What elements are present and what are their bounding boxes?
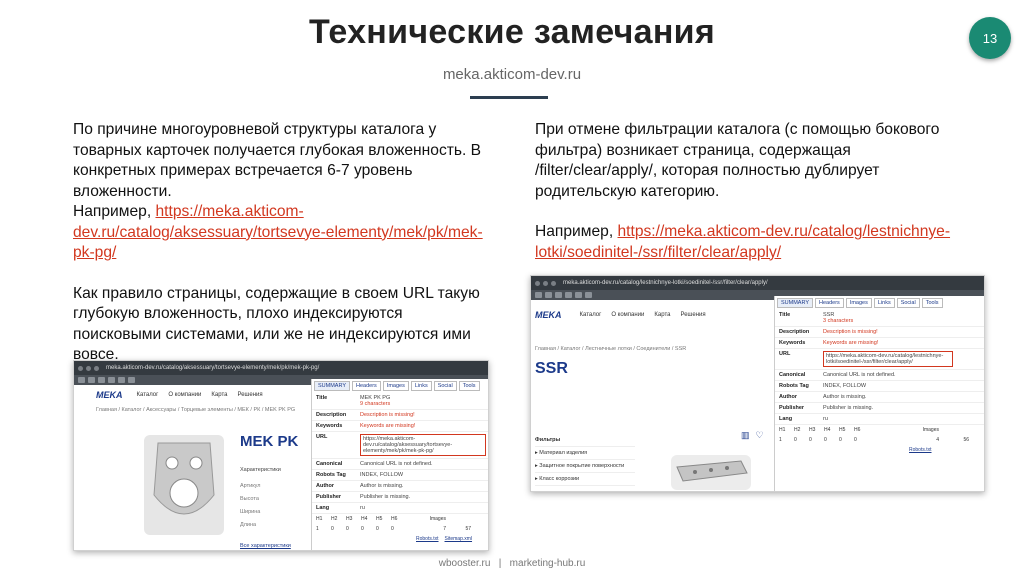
filter-item[interactable]: ▸ Класс коррозии xyxy=(535,473,635,486)
filter-item[interactable]: ▸ Защитное покрытие поверхности xyxy=(535,460,635,473)
all-characteristics-link[interactable]: Все характеристики xyxy=(240,543,291,549)
slide-footer: wbooster.ru | marketing-hub.ru xyxy=(438,558,586,569)
seo-row: Robots Tag INDEX, FOLLOW xyxy=(312,470,488,481)
favorite-icon[interactable]: ♡ xyxy=(756,430,764,441)
seo-tabs: SUMMARY Headers Images Links Social Tool… xyxy=(775,296,984,310)
breadcrumb: Главная / Каталог / Аксессуары / Торцевы… xyxy=(96,407,296,413)
left-paragraph-1: По причине многоуровневой структуры ката… xyxy=(73,121,482,200)
view-icons: ▥ ♡ xyxy=(741,430,764,441)
filters-title: Фильтры xyxy=(535,434,635,447)
browser-url: meka.akticom-dev.ru/catalog/aksessuary/t… xyxy=(106,365,320,371)
seo-row: Title MEK PK PG 9 characters xyxy=(312,393,488,410)
panel-footer-links: Robots.txt Sitemap.xml xyxy=(416,536,473,542)
product-image xyxy=(144,435,224,535)
seo-row: Author Author is missing. xyxy=(312,481,488,492)
site-page: MEKA Каталог О компании Карта Решения Гл… xyxy=(531,300,774,491)
meka-logo: MEKA xyxy=(535,310,562,320)
tab-social[interactable]: Social xyxy=(433,381,457,391)
seo-row: Robots Tag INDEX, FOLLOW xyxy=(775,381,984,392)
headings-values: 1 0 0 0 0 0 7 57 xyxy=(316,526,471,532)
seo-row: Publisher Publisher is missing. xyxy=(312,492,488,503)
seo-row: Canonical Canonical URL is not defined. xyxy=(312,459,488,470)
headings-labels: H1 H2 H3 H4 H5 H6 Images xyxy=(779,427,939,433)
seo-row: Description Description is missing! xyxy=(775,327,984,338)
category-title: SSR xyxy=(535,360,568,377)
right-paragraph-1: При отмене фильтрации каталога (с помощь… xyxy=(535,121,940,200)
seo-row-url: URL https://meka.akticom-dev.ru/catalog/l… xyxy=(775,349,984,370)
tab-images[interactable]: Images xyxy=(382,381,409,391)
left-column: По причине многоуровневой структуры ката… xyxy=(73,120,493,366)
left-paragraph-2: Как правило страницы, содержащие в своем… xyxy=(73,284,480,364)
panel-footer-links: Robots.txt xyxy=(909,447,932,453)
filter-item[interactable]: ▸ Материал изделия xyxy=(535,447,635,460)
url-highlight-box: https://meka.akticom-dev.ru/catalog/akse… xyxy=(360,434,486,456)
seo-row: Publisher Publisher is missing. xyxy=(775,403,984,414)
tab-links[interactable]: Links xyxy=(873,298,895,308)
right-example: Например, https://meka.akticom-dev.ru/ca… xyxy=(535,223,951,261)
characteristics-label: Характеристики xyxy=(240,467,281,473)
url-highlight-box: https://meka.akticom-dev.ru/catalog/lest… xyxy=(823,351,953,367)
tab-summary[interactable]: SUMMARY xyxy=(777,298,814,308)
tab-summary[interactable]: SUMMARY xyxy=(314,381,351,391)
screenshot-filter-clear: meka.akticom-dev.ru/catalog/lestnichnye-… xyxy=(530,275,985,492)
seo-row: Keywords Keywords are missing! xyxy=(775,338,984,349)
browser-bar: meka.akticom-dev.ru/catalog/aksessuary/t… xyxy=(74,361,488,375)
compare-icon[interactable]: ▥ xyxy=(741,430,750,441)
site-page: MEKA Каталог О компании Карта Решения Гл… xyxy=(74,385,311,550)
browser-url: meka.akticom-dev.ru/catalog/lestnichnye-… xyxy=(563,280,768,286)
tab-social[interactable]: Social xyxy=(896,298,920,308)
seo-row: Lang ru xyxy=(312,503,488,514)
tab-tools[interactable]: Tools xyxy=(921,298,943,308)
product-image xyxy=(671,455,751,490)
headings-values: 1 0 0 0 0 0 4 56 xyxy=(779,437,969,443)
title-divider xyxy=(470,96,548,99)
filters-sidebar: Фильтры ▸ Материал изделия ▸ Защитное по… xyxy=(535,434,635,486)
seo-row: Title SSR 3 characters xyxy=(775,310,984,327)
headings-labels: H1 H2 H3 H4 H5 H6 Images xyxy=(316,516,446,522)
seo-row: Description Description is missing! xyxy=(312,410,488,421)
site-nav: Каталог О компании Карта Решения xyxy=(136,392,263,398)
meka-logo: MEKA xyxy=(96,390,123,400)
tab-images[interactable]: Images xyxy=(845,298,872,308)
seo-panel: SUMMARY Headers Images Links Social Tool… xyxy=(311,379,488,550)
slide-title: Технические замечания xyxy=(308,13,716,51)
page-number-badge: 13 xyxy=(969,17,1011,59)
breadcrumb: Главная / Каталог / Лестничные лотки / С… xyxy=(535,346,687,352)
seo-panel: SUMMARY Headers Images Links Social Tool… xyxy=(774,296,984,491)
tab-tools[interactable]: Tools xyxy=(458,381,480,391)
characteristics-list: Артикул Высота Ширина Длина xyxy=(240,483,261,528)
tab-headers[interactable]: Headers xyxy=(352,381,381,391)
site-nav: Каталог О компании Карта Решения xyxy=(579,312,706,318)
right-column: При отмене фильтрации каталога (с помощь… xyxy=(535,120,975,263)
browser-bar: meka.akticom-dev.ru/catalog/lestnichnye-… xyxy=(531,276,984,290)
product-title: MEK PK xyxy=(240,433,299,450)
seo-row: Author Author is missing. xyxy=(775,392,984,403)
screenshot-deep-nesting: meka.akticom-dev.ru/catalog/aksessuary/t… xyxy=(73,360,489,551)
seo-row: Canonical Canonical URL is not defined. xyxy=(775,370,984,381)
tab-headers[interactable]: Headers xyxy=(815,298,844,308)
seo-row: Lang ru xyxy=(775,414,984,425)
left-example: Например, https://meka.akticom-dev.ru/ca… xyxy=(73,203,483,261)
seo-row-url: URL https://meka.akticom-dev.ru/catalog/a… xyxy=(312,432,488,459)
slide-subtitle: meka.akticom-dev.ru xyxy=(442,66,582,83)
seo-tabs: SUMMARY Headers Images Links Social Tool… xyxy=(312,379,488,393)
tab-links[interactable]: Links xyxy=(410,381,432,391)
seo-row: Keywords Keywords are missing! xyxy=(312,421,488,432)
